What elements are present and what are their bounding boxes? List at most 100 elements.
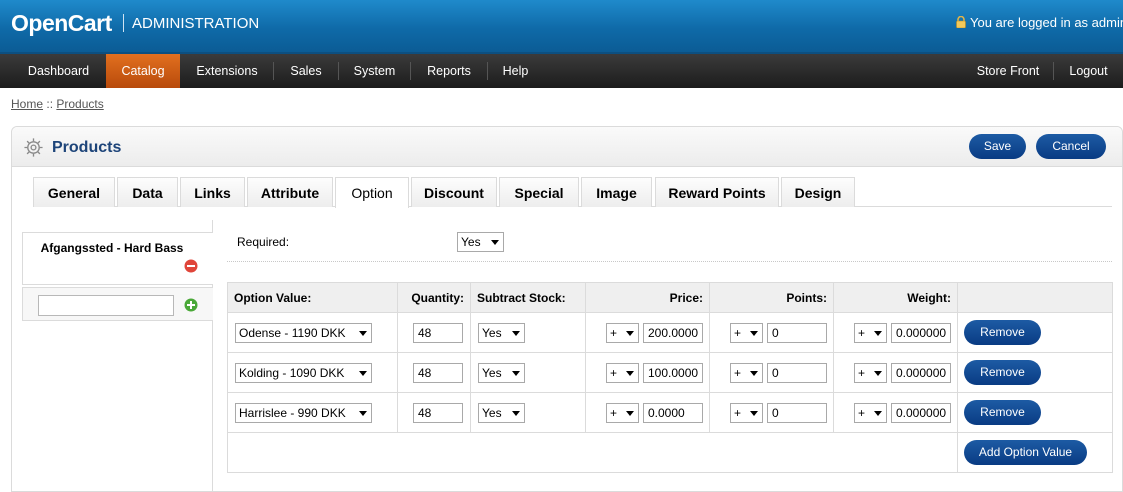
- option-add-input[interactable]: [38, 295, 174, 316]
- table-row: Kolding - 1090 DKK 48 Yes + 100.0000 + 0…: [227, 352, 1113, 393]
- quantity-input[interactable]: 48: [413, 323, 463, 343]
- box-heading: Products Save Cancel: [12, 127, 1122, 167]
- option-value-text: Harrislee - 990 DKK: [239, 406, 346, 420]
- col-weight: Weight:: [833, 282, 958, 313]
- points-prefix-select[interactable]: +: [730, 363, 763, 383]
- gear-icon: [24, 138, 43, 157]
- points-prefix-select[interactable]: +: [730, 403, 763, 423]
- breadcrumb-home[interactable]: Home: [11, 97, 43, 111]
- tab-data[interactable]: Data: [117, 177, 178, 207]
- menu-logout[interactable]: Logout: [1054, 54, 1123, 88]
- main-menu: Dashboard Catalog Extensions Sales Syste…: [0, 52, 1123, 88]
- chevron-down-icon: [874, 371, 882, 376]
- chevron-down-icon: [512, 331, 520, 336]
- header-subtitle: ADMINISTRATION: [132, 15, 260, 32]
- col-price: Price:: [585, 282, 710, 313]
- menu-sales[interactable]: Sales: [274, 54, 338, 88]
- tab-image[interactable]: Image: [581, 177, 652, 207]
- col-actions: [957, 282, 1113, 313]
- option-value-select[interactable]: Odense - 1190 DKK: [235, 323, 372, 343]
- tab-reward-points[interactable]: Reward Points: [655, 177, 779, 207]
- price-prefix-select[interactable]: +: [606, 403, 639, 423]
- required-label: Required:: [237, 235, 290, 249]
- menu-store-front[interactable]: Store Front: [963, 54, 1053, 88]
- price-prefix: +: [610, 366, 618, 380]
- subtract-value: Yes: [482, 366, 502, 380]
- col-points: Points:: [709, 282, 834, 313]
- option-value-select[interactable]: Harrislee - 990 DKK: [235, 403, 372, 423]
- points-input[interactable]: 0: [767, 323, 827, 343]
- chevron-down-icon: [512, 411, 520, 416]
- weight-input[interactable]: 0.000000: [891, 363, 951, 383]
- weight-prefix-select[interactable]: +: [854, 403, 887, 423]
- cancel-button[interactable]: Cancel: [1036, 134, 1106, 159]
- save-button[interactable]: Save: [969, 134, 1026, 159]
- menu-system[interactable]: System: [339, 54, 410, 88]
- remove-button[interactable]: Remove: [964, 320, 1041, 345]
- tab-special[interactable]: Special: [499, 177, 579, 207]
- option-value-select[interactable]: Kolding - 1090 DKK: [235, 363, 372, 383]
- option-add-row: [22, 287, 213, 321]
- tab-discount[interactable]: Discount: [411, 177, 497, 207]
- chevron-down-icon: [750, 411, 758, 416]
- menu-extensions[interactable]: Extensions: [181, 54, 273, 88]
- tab-general[interactable]: General: [33, 177, 115, 207]
- quantity-input[interactable]: 48: [413, 403, 463, 423]
- option-value-text: Kolding - 1090 DKK: [239, 366, 345, 380]
- remove-button[interactable]: Remove: [964, 400, 1041, 425]
- weight-input[interactable]: 0.000000: [891, 323, 951, 343]
- col-subtract-stock: Subtract Stock:: [470, 282, 586, 313]
- logo-separator: [123, 14, 124, 32]
- login-text: You are logged in as admin: [970, 15, 1123, 30]
- points-input[interactable]: 0: [767, 363, 827, 383]
- weight-prefix-select[interactable]: +: [854, 363, 887, 383]
- remove-button[interactable]: Remove: [964, 360, 1041, 385]
- add-option-value-button[interactable]: Add Option Value: [964, 440, 1087, 465]
- menu-help[interactable]: Help: [488, 54, 543, 88]
- logo[interactable]: OpenCart: [11, 10, 112, 37]
- tab-attribute[interactable]: Attribute: [247, 177, 333, 207]
- menu-reports[interactable]: Reports: [411, 54, 487, 88]
- price-input[interactable]: 200.0000: [643, 323, 703, 343]
- chevron-down-icon: [512, 371, 520, 376]
- add-icon[interactable]: [184, 298, 198, 312]
- option-list: Afgangssted - Hard Bass: [21, 220, 213, 492]
- option-values-table: Option Value: Quantity: Subtract Stock: …: [227, 282, 1113, 473]
- chevron-down-icon: [626, 411, 634, 416]
- chevron-down-icon: [626, 331, 634, 336]
- price-prefix-select[interactable]: +: [606, 363, 639, 383]
- chevron-down-icon: [491, 240, 499, 245]
- breadcrumb-separator: ::: [46, 97, 54, 111]
- lock-icon: [956, 16, 966, 28]
- table-row: Harrislee - 990 DKK 48 Yes + 0.0000 + 0 …: [227, 392, 1113, 433]
- chevron-down-icon: [874, 411, 882, 416]
- col-option-value: Option Value:: [227, 282, 398, 313]
- subtract-select[interactable]: Yes: [478, 323, 525, 343]
- tab-option[interactable]: Option: [335, 177, 409, 208]
- weight-input[interactable]: 0.000000: [891, 403, 951, 423]
- quantity-input[interactable]: 48: [413, 363, 463, 383]
- chevron-down-icon: [626, 371, 634, 376]
- menu-dashboard[interactable]: Dashboard: [11, 54, 106, 88]
- subtract-select[interactable]: Yes: [478, 363, 525, 383]
- menu-catalog[interactable]: Catalog: [106, 54, 180, 88]
- tab-links[interactable]: Links: [180, 177, 245, 207]
- remove-icon[interactable]: [184, 259, 198, 273]
- weight-prefix: +: [858, 406, 866, 420]
- points-prefix-select[interactable]: +: [730, 323, 763, 343]
- subtract-select[interactable]: Yes: [478, 403, 525, 423]
- table-row: Odense - 1190 DKK 48 Yes + 200.0000 + 0 …: [227, 312, 1113, 353]
- price-input[interactable]: 100.0000: [643, 363, 703, 383]
- tab-design[interactable]: Design: [781, 177, 855, 207]
- divider: [227, 261, 1112, 262]
- price-input[interactable]: 0.0000: [643, 403, 703, 423]
- weight-prefix-select[interactable]: +: [854, 323, 887, 343]
- table-footer-row: Add Option Value: [227, 432, 1113, 473]
- breadcrumb: Home :: Products: [11, 97, 104, 111]
- option-list-item[interactable]: Afgangssted - Hard Bass: [22, 232, 213, 285]
- price-prefix-select[interactable]: +: [606, 323, 639, 343]
- weight-prefix: +: [858, 366, 866, 380]
- breadcrumb-products[interactable]: Products: [56, 97, 103, 111]
- points-input[interactable]: 0: [767, 403, 827, 423]
- required-select[interactable]: Yes: [457, 232, 504, 252]
